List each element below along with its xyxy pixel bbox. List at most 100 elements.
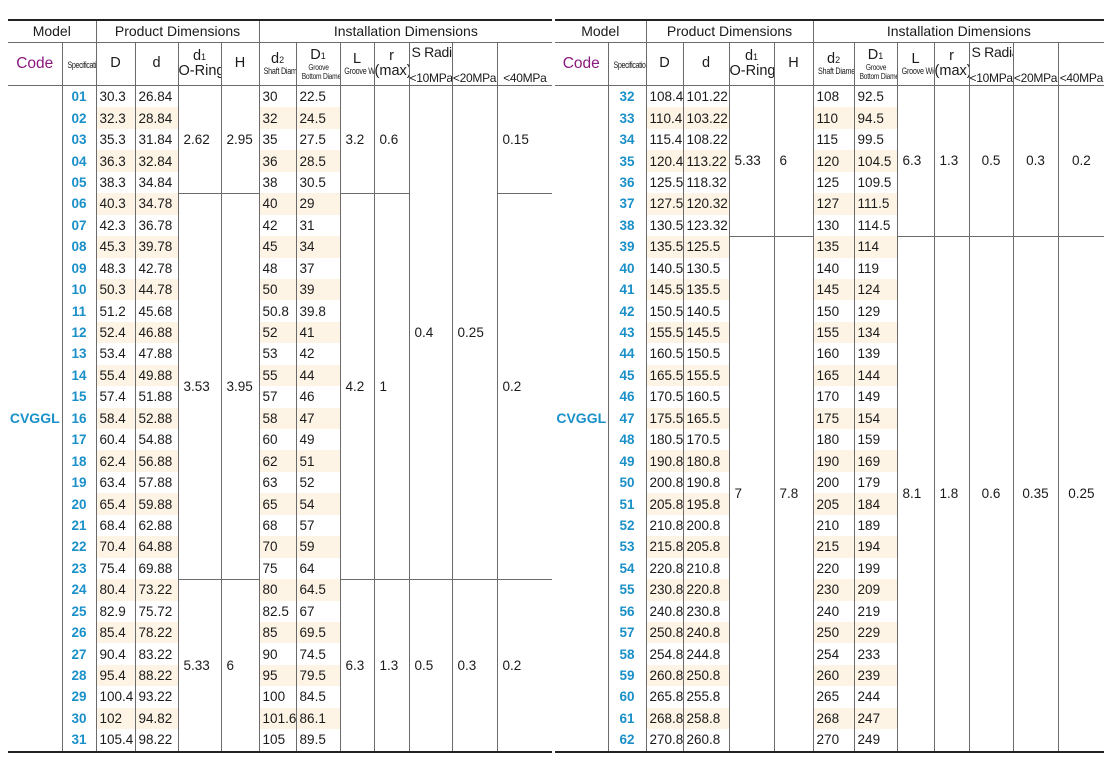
cell-d: 118.32 <box>682 171 730 194</box>
spec-number: 17 <box>61 429 97 451</box>
spec-number: 12 <box>61 321 97 344</box>
spec-number: 62 <box>607 729 647 753</box>
spec-table-left-body: CVGGL 01 30.3 26.84 2.62 2.95 30 22.5 3.2 0.6 0.4 0… <box>8 85 553 753</box>
p20-header: <20MPa <box>1012 42 1059 86</box>
spec-number: 37 <box>607 193 647 215</box>
cell-d2: 30 <box>258 85 297 108</box>
cell-d: 255.8 <box>682 686 730 708</box>
cell-d: 260.8 <box>682 729 730 753</box>
height-H: 2.95 <box>220 85 260 194</box>
cell-D1: 29 <box>295 193 341 215</box>
p40-header: <40MPa <box>496 42 553 86</box>
cell-D: 165.5 <box>645 364 684 387</box>
spec-number: 20 <box>61 493 97 515</box>
cell-d2: 190 <box>812 450 855 472</box>
clearance-40mpa: 0.15 <box>496 85 553 194</box>
cell-d2: 52 <box>258 321 297 344</box>
cell-d: 120.32 <box>682 193 730 215</box>
cell-d2: 80 <box>258 579 297 601</box>
spec-number: 24 <box>61 579 97 601</box>
cell-D1: 169 <box>853 450 898 472</box>
cell-D1: 28.5 <box>295 150 341 172</box>
cell-D1: 114.5 <box>853 214 898 237</box>
cell-D: 51.2 <box>95 300 136 322</box>
cell-D1: 149 <box>853 386 898 408</box>
cell-D1: 247 <box>853 707 898 730</box>
spec-table-left: Model Product Dimensions Installation Di… <box>8 19 553 753</box>
clearance-10mpa: 0.5 <box>968 85 1014 237</box>
cell-d: 32.84 <box>134 150 179 172</box>
spec-number: 04 <box>61 150 97 172</box>
cell-D: 50.3 <box>95 278 136 301</box>
cell-D: 240.8 <box>645 600 684 622</box>
spec-number: 49 <box>607 450 647 472</box>
cell-D: 65.4 <box>95 493 136 515</box>
cell-d2: 95 <box>258 664 297 687</box>
r-header: r (max) <box>373 42 410 86</box>
cell-D: 254.8 <box>645 643 684 665</box>
cell-D: 100.4 <box>95 686 136 708</box>
cell-D: 53.4 <box>95 343 136 365</box>
spec-number: 07 <box>61 214 97 237</box>
cell-D1: 54 <box>295 493 341 515</box>
cell-d: 26.84 <box>134 85 179 108</box>
cell-d2: 135 <box>812 236 855 258</box>
spec-number: 10 <box>61 278 97 301</box>
cell-d: 54.88 <box>134 429 179 451</box>
cell-D: 270.8 <box>645 729 684 753</box>
spec-number: 27 <box>61 643 97 665</box>
cell-D: 250.8 <box>645 621 684 644</box>
cell-D: 82.9 <box>95 600 136 622</box>
cell-d2: 268 <box>812 707 855 730</box>
cell-d: 220.8 <box>682 579 730 601</box>
cell-D1: 52 <box>295 471 341 494</box>
cell-d: 108.22 <box>682 128 730 151</box>
cell-D: 140.5 <box>645 257 684 279</box>
cell-D: 145.5 <box>645 278 684 301</box>
cell-d: 244.8 <box>682 643 730 665</box>
cell-d: 94.82 <box>134 707 179 730</box>
clearance-20mpa: 0.25 <box>451 85 498 580</box>
spec-number: 34 <box>607 128 647 151</box>
cell-D1: 94.5 <box>853 107 898 129</box>
cell-d: 44.78 <box>134 278 179 301</box>
cell-d2: 36 <box>258 150 297 172</box>
spec-number: 21 <box>61 514 97 537</box>
cell-d: 52.88 <box>134 407 179 429</box>
cell-d2: 155 <box>812 321 855 344</box>
o-ring-d1: 5.33 <box>177 579 222 753</box>
H-header: H <box>773 42 814 86</box>
spec-number: 26 <box>61 621 97 644</box>
L-header: LGroove Width <box>339 42 375 86</box>
clearance-40mpa: 0.2 <box>496 579 553 753</box>
cell-D1: 22.5 <box>295 85 341 108</box>
p40-header: <40MPa <box>1057 42 1105 86</box>
cell-d: 180.8 <box>682 450 730 472</box>
cell-D1: 233 <box>853 643 898 665</box>
clearance-10mpa: 0.4 <box>408 85 453 580</box>
cell-d2: 85 <box>258 621 297 644</box>
cell-D: 57.4 <box>95 386 136 408</box>
cell-d2: 105 <box>258 729 297 753</box>
spec-number: 54 <box>607 557 647 580</box>
cell-D1: 39 <box>295 278 341 301</box>
cell-D1: 209 <box>853 579 898 601</box>
cell-D: 230.8 <box>645 579 684 601</box>
cell-d2: 48 <box>258 257 297 279</box>
spec-sheet-page: Model Product Dimensions Installation Di… <box>0 0 1110 767</box>
cell-d2: 35 <box>258 128 297 151</box>
cell-D1: 64 <box>295 557 341 580</box>
cell-D1: 104.5 <box>853 150 898 172</box>
cell-D: 80.4 <box>95 579 136 601</box>
o-ring-d1: 2.62 <box>177 85 222 194</box>
cell-d: 78.22 <box>134 621 179 644</box>
cell-D: 58.4 <box>95 407 136 429</box>
cell-d2: 210 <box>812 514 855 537</box>
cell-D1: 239 <box>853 664 898 687</box>
cell-d: 125.5 <box>682 236 730 258</box>
cell-D1: 184 <box>853 493 898 515</box>
cell-d: 56.88 <box>134 450 179 472</box>
clearance-20mpa: 0.3 <box>451 579 498 753</box>
cell-d: 51.88 <box>134 386 179 408</box>
cell-d: 205.8 <box>682 536 730 558</box>
